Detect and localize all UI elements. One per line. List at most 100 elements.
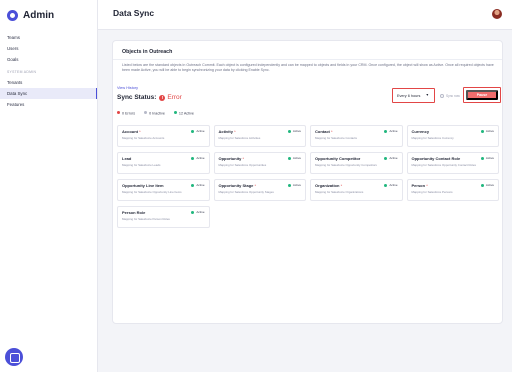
count-inactive-label: 0 Inactive: [149, 111, 165, 116]
active-dot-icon: [384, 156, 388, 160]
sync-frequency-value: Every 6 hours: [397, 93, 421, 98]
object-card[interactable]: Person Role Mapping for Salesforce Perso…: [117, 206, 210, 228]
object-name-text: Currency: [411, 129, 430, 134]
status-text: Active: [389, 129, 398, 133]
shield-logo-icon: [7, 9, 18, 21]
object-card[interactable]: Opportunity * Mapping for Salesforce Oppo…: [213, 152, 306, 174]
object-card[interactable]: Account * Mapping for Salesforce Accounts…: [117, 125, 210, 147]
object-card[interactable]: Organization * Mapping for Salesforce Org…: [310, 179, 403, 201]
object-name-text: Opportunity: [218, 156, 242, 161]
chevron-down-icon: ▼: [425, 93, 429, 97]
count-inactive: 0 Inactive: [144, 111, 165, 115]
sync-now-toggle[interactable]: Sync now: [440, 94, 460, 98]
active-dot-icon: [287, 129, 291, 133]
status-badge: Active: [384, 183, 398, 187]
active-dot-icon: [191, 129, 195, 133]
brand[interactable]: Admin: [0, 0, 97, 30]
error-icon: !: [159, 94, 166, 101]
required-marker: *: [331, 129, 333, 134]
pause-highlight: Pause: [463, 87, 501, 103]
status-badge: Active: [287, 129, 301, 133]
object-description: Mapping for Salesforce Leads: [122, 163, 161, 167]
sidebar-item-users[interactable]: Users: [0, 43, 97, 54]
object-name-text: Opportunity Line Item: [122, 183, 164, 188]
sidebar-item-goals[interactable]: Goals: [0, 54, 97, 65]
sync-status-label: Sync Status:: [117, 94, 157, 101]
sidebar-section-label: SYSTEM ADMIN: [7, 70, 37, 74]
status-badge: Active: [191, 156, 205, 160]
required-marker: *: [254, 183, 257, 188]
count-active: 12 Active: [173, 111, 194, 115]
object-name: Opportunity Line Item: [122, 183, 164, 188]
object-card[interactable]: Activity * Mapping for Salesforce Activit…: [213, 125, 306, 147]
required-marker: *: [426, 183, 428, 188]
status-text: Active: [485, 129, 494, 133]
object-card[interactable]: Opportunity Competitor Mapping for Sales…: [310, 152, 403, 174]
object-card[interactable]: Opportunity Line Item Mapping for Salesf…: [117, 179, 210, 201]
object-description: Mapping for Salesforce Opportunity Conta…: [411, 163, 476, 167]
object-name: Account *: [122, 129, 141, 134]
active-dot-icon: [480, 183, 484, 187]
status-badge: Active: [384, 129, 398, 133]
object-name: Activity *: [219, 129, 236, 134]
status-text: Active: [389, 183, 398, 187]
status-badge: Active: [480, 156, 494, 160]
chat-icon[interactable]: [5, 348, 23, 366]
status-text: Active: [485, 156, 494, 160]
object-card[interactable]: Opportunity Contact Role Mapping for Sal…: [406, 152, 499, 174]
status-badge: Active: [191, 129, 205, 133]
object-name-text: Activity: [218, 129, 233, 134]
object-name-text: Organization: [315, 183, 340, 188]
status-text: Active: [292, 129, 301, 133]
active-dot-icon: [480, 156, 484, 160]
object-name-text: Person Role: [122, 210, 146, 215]
user-avatar[interactable]: [492, 9, 502, 19]
object-description: Mapping for Salesforce Accounts: [122, 136, 165, 140]
object-card[interactable]: Person * Mapping for Salesforce Persons Ac…: [406, 179, 499, 201]
object-description: Mapping for Salesforce Opportunities: [218, 163, 267, 167]
status-badge: Active: [287, 183, 301, 187]
object-name-text: Account: [122, 129, 138, 134]
active-dot-icon: [173, 111, 177, 114]
objects-card: Objects in Outreach Listed below are the…: [112, 40, 503, 324]
object-name-text: Opportunity Stage: [218, 183, 254, 188]
sidebar-item-features[interactable]: Features: [0, 99, 97, 110]
card-divider: [113, 59, 502, 60]
status-badge: Active: [384, 156, 398, 160]
count-errors: 0 Errors: [117, 111, 135, 115]
required-marker: *: [139, 129, 141, 134]
object-name-text: Opportunity Competitor: [315, 156, 361, 161]
status-text: Active: [196, 210, 205, 214]
sync-status: Sync Status:! Error: [117, 94, 182, 101]
sidebar-item-tenants[interactable]: Tenants: [0, 77, 97, 88]
object-card[interactable]: Currency Mapping for Salesforce Currency…: [406, 125, 499, 147]
active-dot-icon: [191, 183, 195, 187]
object-description: Mapping for Salesforce Currency: [411, 136, 454, 140]
card-title: Objects in Outreach: [122, 49, 173, 55]
status-badge: Active: [480, 183, 494, 187]
active-dot-icon: [287, 156, 291, 160]
active-dot-icon: [191, 210, 195, 214]
sync-frequency-select[interactable]: Every 6 hours ▼: [392, 88, 435, 103]
object-name: Person *: [412, 183, 428, 188]
object-card[interactable]: Contact * Mapping for Salesforce Contacts…: [310, 125, 403, 147]
app-name: Admin: [23, 9, 55, 21]
pause-button[interactable]: Pause: [466, 90, 498, 100]
active-dot-icon: [191, 156, 195, 160]
status-text: Active: [196, 183, 205, 187]
object-description: Mapping for Salesforce Contacts: [315, 136, 357, 140]
card-description: Listed below are the standard objects in…: [122, 63, 494, 73]
sidebar: Admin Teams Users Goals SYSTEM ADMIN Ten…: [0, 0, 98, 372]
view-history-link[interactable]: View History: [117, 86, 138, 90]
status-badge: Active: [191, 210, 205, 214]
active-dot-icon: [287, 183, 291, 187]
required-marker: *: [234, 129, 236, 134]
object-card[interactable]: Lead Mapping for Salesforce Leads Active: [117, 152, 210, 174]
objects-grid: Account * Mapping for Salesforce Accounts…: [117, 125, 499, 228]
status-text: Active: [196, 129, 205, 133]
status-badge: Active: [191, 183, 205, 187]
sidebar-item-data-sync[interactable]: Data Sync: [0, 88, 97, 99]
status-counts: 0 Errors 0 Inactive 12 Active: [117, 111, 194, 115]
sidebar-item-teams[interactable]: Teams: [0, 32, 97, 43]
object-card[interactable]: Opportunity Stage * Mapping for Salesforc…: [213, 179, 306, 201]
